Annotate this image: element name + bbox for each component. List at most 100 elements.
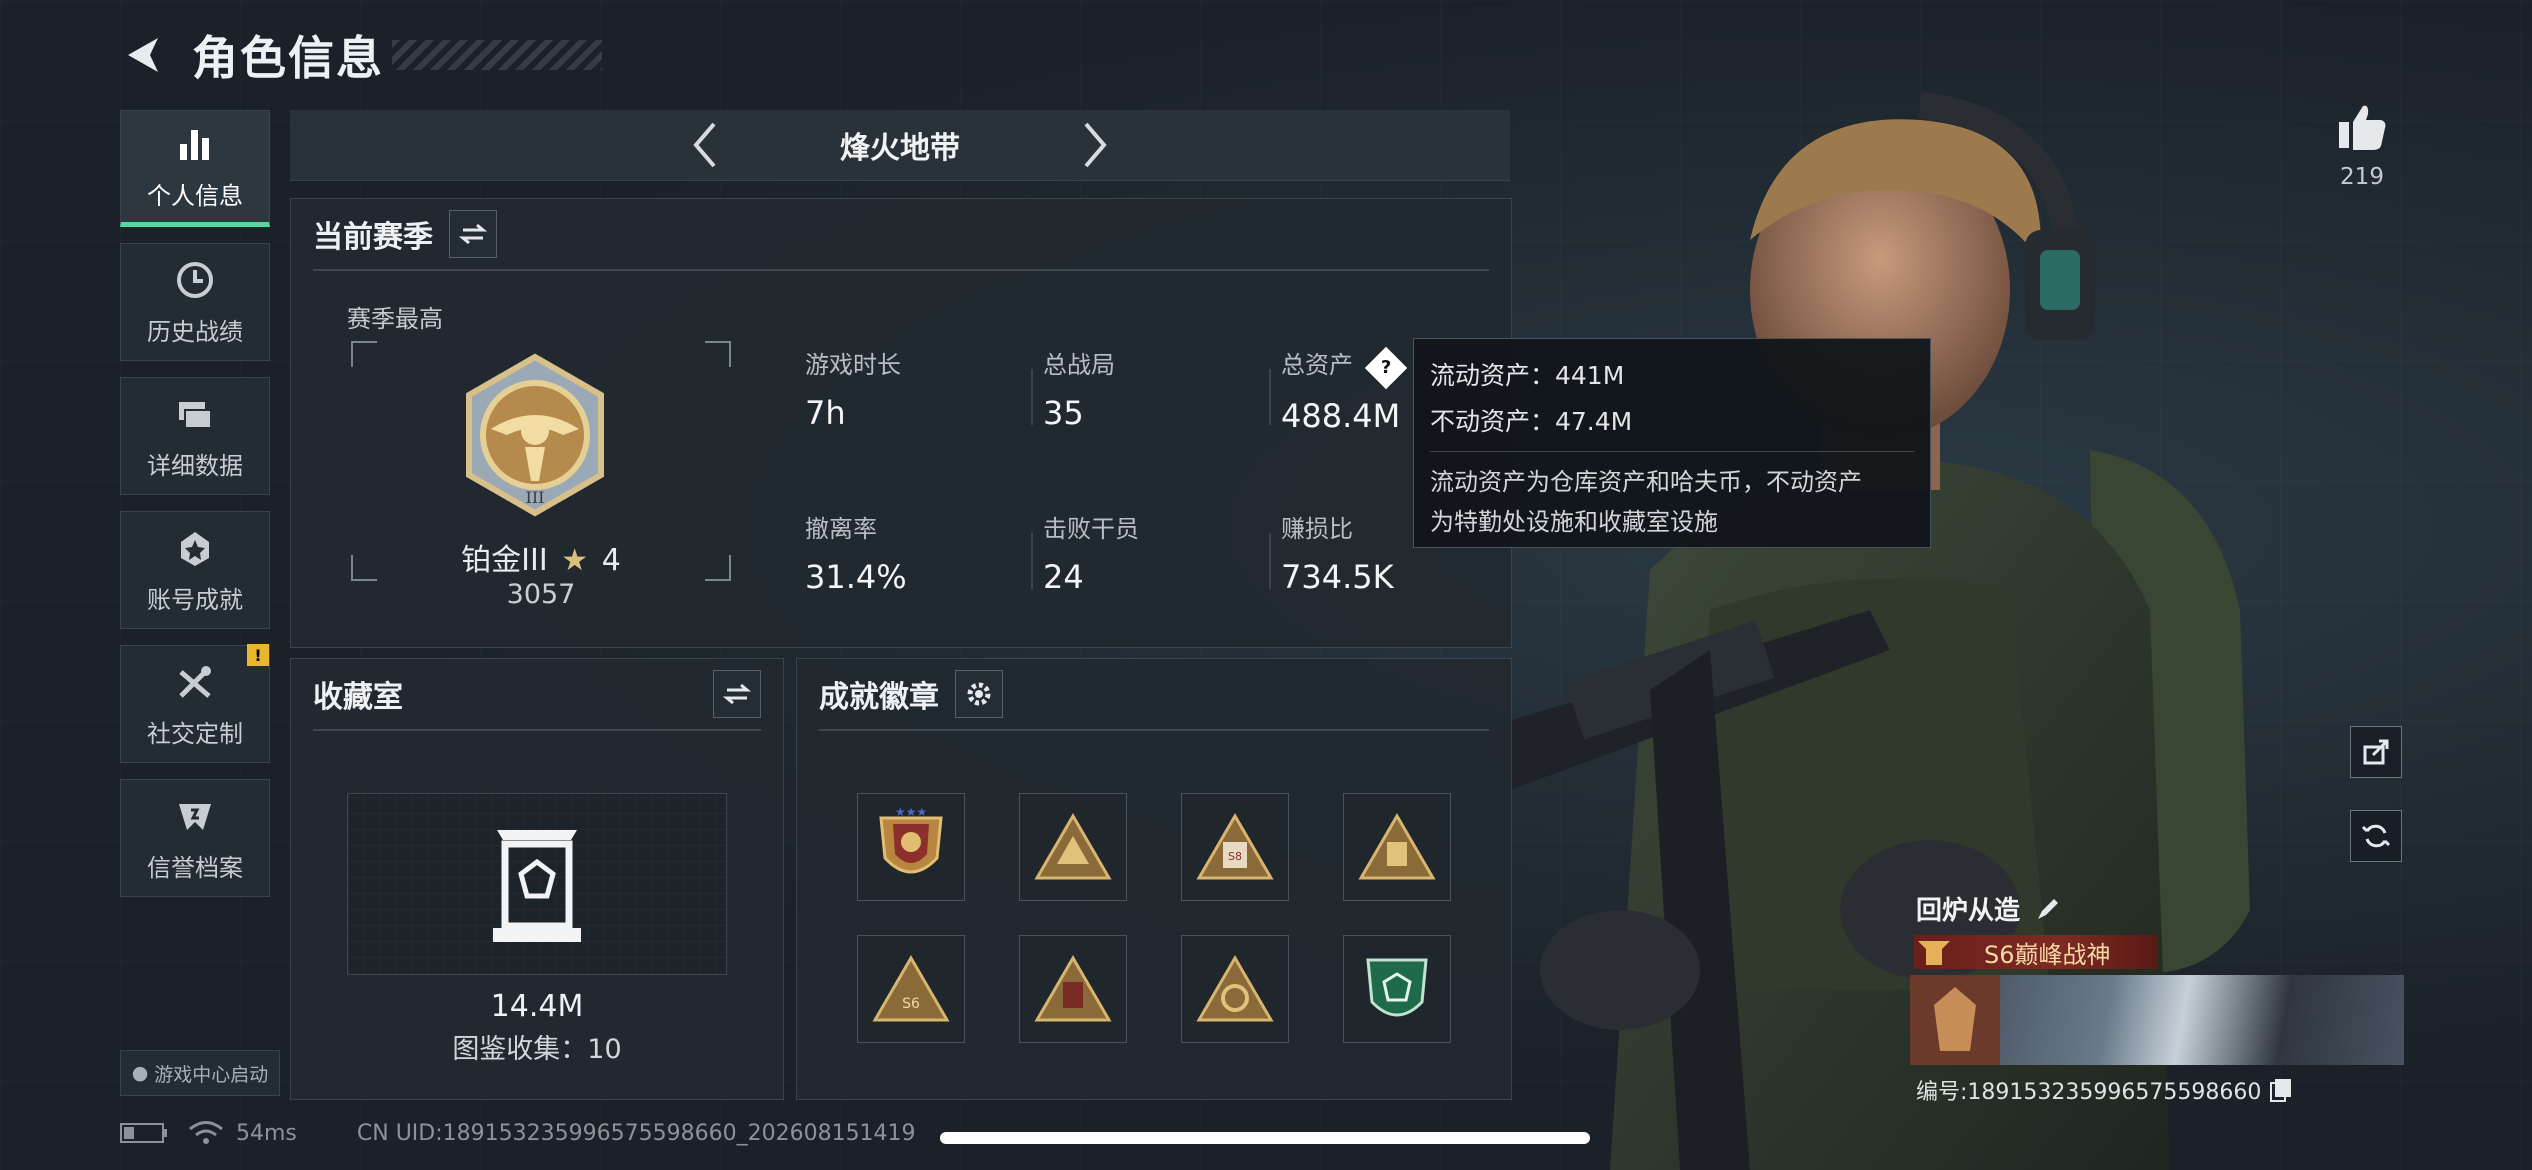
badge-panel: 成就徽章 ★★★ S8 S6	[796, 658, 1512, 1100]
top-bar: 角色信息	[118, 20, 602, 90]
prev-mode-chevron-icon[interactable]	[675, 115, 735, 175]
swap-season-button[interactable]	[449, 210, 497, 258]
nav-item-label: 账号成就	[147, 585, 243, 614]
stat-extraction-rate: 撤离率 31.4%	[805, 509, 1005, 596]
stat-label: 游戏时长	[805, 351, 901, 379]
next-mode-chevron-icon[interactable]	[1065, 115, 1125, 175]
badge-settings-button[interactable]	[955, 670, 1003, 718]
likes-count: 219	[2340, 164, 2384, 190]
badge-title: 成就徽章	[819, 680, 939, 715]
nav-item-credit-record[interactable]: 信誉档案	[120, 779, 270, 897]
season-header: 当前赛季	[313, 199, 1489, 271]
share-button[interactable]	[2350, 726, 2402, 778]
stat-label: 总战局	[1043, 351, 1115, 379]
svg-text:S8: S8	[1228, 850, 1242, 863]
title-decoration	[392, 40, 602, 70]
collection-showcase	[347, 793, 727, 975]
status-bar: 54ms CN UID:1891532359965755986​60_20260…	[120, 1120, 916, 1146]
stat-operators-defeated: 击败干员 24	[1043, 509, 1243, 596]
triangle-badge-icon	[1034, 955, 1112, 1022]
nav-item-detailed-data[interactable]: 详细数据	[120, 377, 270, 495]
triangle-badge-icon: S6	[872, 955, 950, 1022]
ping-value: 54ms	[236, 1120, 297, 1146]
game-center-launch-button[interactable]: ● 游戏中心启动	[120, 1050, 280, 1096]
stat-total-matches: 总战局 35	[1043, 345, 1243, 432]
nav-item-history[interactable]: 历史战绩	[120, 243, 270, 361]
tooltip-liquid-assets: 流动资产：441M	[1430, 361, 1625, 390]
emblem-icon	[1910, 975, 2000, 1065]
help-icon[interactable]: ?	[1364, 346, 1407, 390]
qq-icon: ●	[131, 1062, 149, 1084]
gear-icon	[967, 682, 991, 706]
stat-value: 31.4%	[805, 558, 907, 596]
achievement-badge-2[interactable]	[1019, 793, 1127, 901]
achievement-badge-5[interactable]: S6	[857, 935, 965, 1043]
character-id[interactable]: 编号:1891532359965755986​60	[1916, 1074, 2293, 1106]
stat-label-text: 总资产	[1281, 351, 1353, 379]
shield-icon	[173, 794, 217, 838]
svg-text:III: III	[526, 488, 545, 507]
nav-item-personal-info[interactable]: 个人信息	[120, 110, 270, 227]
collection-value: 14.4M	[490, 989, 584, 1024]
achievement-badge-6[interactable]	[1019, 935, 1127, 1043]
copy-icon[interactable]	[2269, 1077, 2293, 1103]
wifi-icon	[189, 1121, 223, 1144]
svg-text:★★★: ★★★	[895, 805, 927, 819]
achievement-badge-8[interactable]	[1343, 935, 1451, 1043]
achievement-badge-4[interactable]	[1343, 793, 1451, 901]
display-case-icon	[493, 830, 581, 942]
rank-name-text: 铂金III	[461, 543, 548, 578]
share-icon	[2363, 739, 2389, 765]
folder-icon	[173, 392, 217, 436]
clock-icon	[173, 258, 217, 302]
tooltip-desc-line1: 流动资产为仓库资产和哈夫币，不动资产	[1430, 468, 1862, 496]
character-banner[interactable]	[1910, 975, 2404, 1065]
swap-collection-button[interactable]	[713, 670, 761, 718]
rank-stars: 4	[601, 543, 621, 578]
achievement-badge-7[interactable]	[1181, 935, 1289, 1043]
back-arrow-icon[interactable]	[118, 25, 168, 85]
tooltip-fixed-assets: 不动资产：47.4M	[1430, 407, 1633, 436]
medal-icon	[173, 526, 217, 570]
stat-value: 734.5K	[1281, 558, 1394, 596]
page-title: 角色信息	[192, 31, 384, 85]
triangle-badge-icon	[1358, 813, 1436, 880]
collection-count: 图鉴收集：10	[452, 1034, 622, 1065]
stat-value: 35	[1043, 394, 1084, 432]
stat-value: 24	[1043, 558, 1084, 596]
nav-item-label: 详细数据	[147, 451, 243, 480]
badge-header: 成就徽章	[819, 659, 1489, 731]
achievement-badge-3[interactable]: S8	[1181, 793, 1289, 901]
character-title[interactable]: 回炉从造	[1916, 890, 2062, 927]
edit-pencil-icon[interactable]	[2034, 895, 2062, 923]
tools-icon	[173, 660, 217, 704]
nav-item-label: 历史战绩	[147, 317, 243, 346]
battery-icon	[120, 1123, 167, 1143]
rank-score: 3057	[506, 579, 576, 610]
season-panel: 当前赛季 赛季最高 III 铂金III ★ 4 3057 游戏时长 7h 总战局	[290, 198, 1512, 648]
triangle-badge-icon	[1196, 955, 1274, 1022]
mode-selector: 烽火地带	[290, 110, 1510, 181]
character-rank-text: S6巅峰战神	[1984, 940, 2111, 969]
mode-name: 烽火地带	[840, 131, 960, 166]
likes[interactable]: 219	[2330, 100, 2394, 190]
nav-item-achievements[interactable]: 账号成就	[120, 511, 270, 629]
season-best-label: 赛季最高	[347, 305, 443, 333]
collection-panel[interactable]: 收藏室 14.4M 图鉴收集：10	[290, 658, 784, 1100]
achievement-badge-1[interactable]: ★★★	[857, 793, 965, 901]
shield-badge-icon: ★★★	[879, 805, 943, 874]
triangle-badge-icon	[1034, 813, 1112, 880]
refresh-icon	[2361, 824, 2391, 848]
stat-playtime: 游戏时长 7h	[805, 345, 1005, 432]
nav-item-label: 社交定制	[147, 719, 243, 748]
home-indicator[interactable]	[940, 1132, 1590, 1144]
nav-item-label: 个人信息	[147, 182, 243, 210]
stat-label: 击败干员	[1043, 515, 1139, 543]
refresh-button[interactable]	[2350, 810, 2402, 862]
svg-text:S6: S6	[902, 996, 920, 1012]
nav-item-social-custom[interactable]: ! 社交定制	[120, 644, 270, 763]
season-title: 当前赛季	[313, 220, 433, 255]
collection-title: 收藏室	[313, 680, 403, 715]
collection-header: 收藏室	[313, 659, 761, 731]
warning-badge: !	[247, 644, 269, 666]
